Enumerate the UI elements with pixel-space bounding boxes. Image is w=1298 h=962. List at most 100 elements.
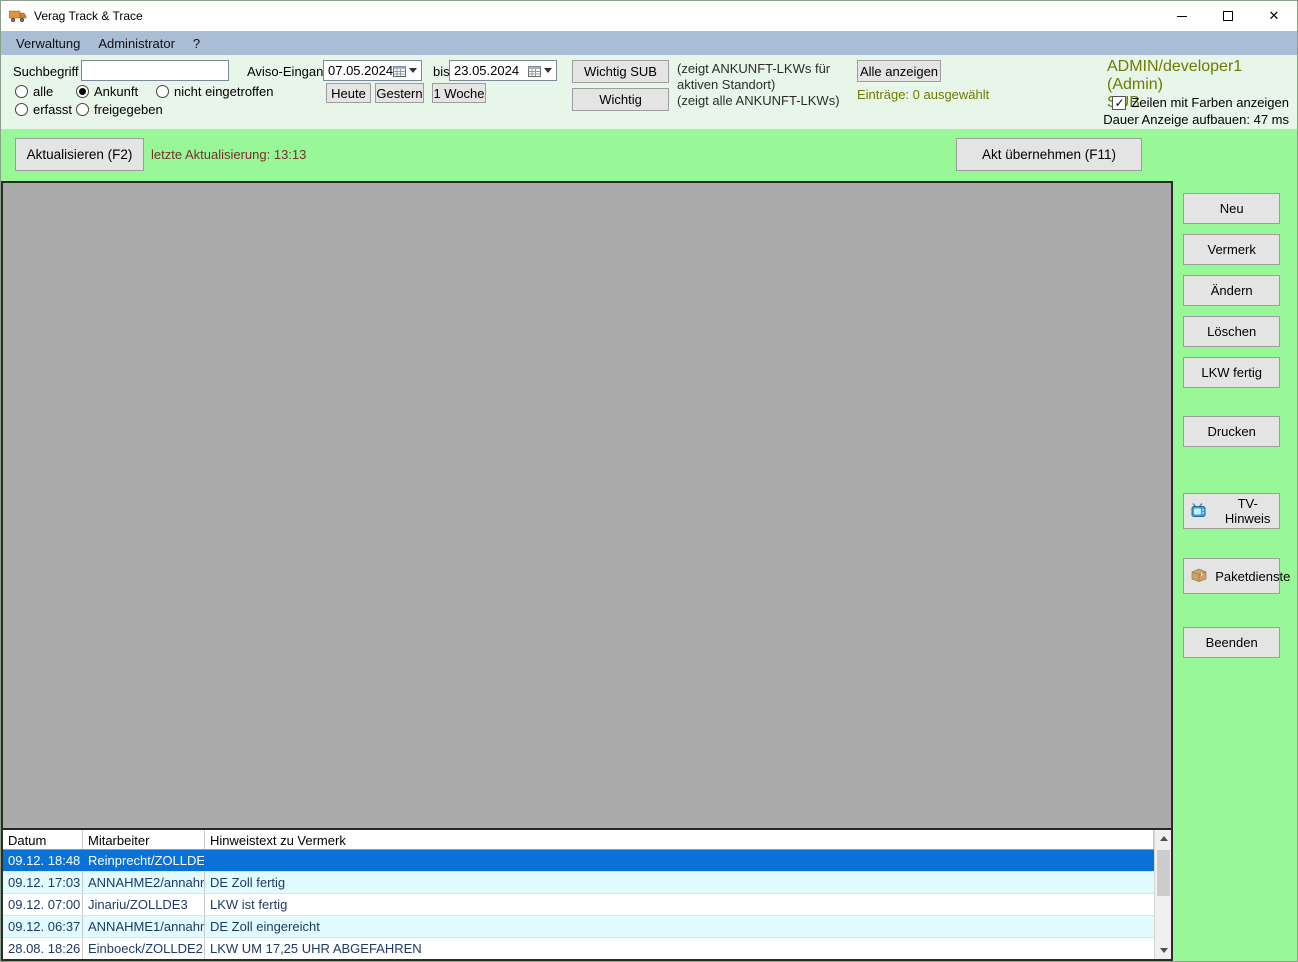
scroll-up-icon[interactable]: [1155, 830, 1172, 847]
date-to-picker[interactable]: 23.05.2024: [449, 60, 557, 81]
app-window: Verag Track & Trace ✕ Verwaltung Adminis…: [0, 0, 1298, 962]
cell-hinweis: LKW UM 17,25 UHR ABGEFAHREN: [210, 941, 422, 956]
cell-hinweis: [205, 850, 1154, 871]
radio-label: nicht eingetroffen: [174, 84, 274, 99]
chevron-down-icon: [544, 68, 552, 73]
entries-status: Einträge: 0 ausgewählt: [857, 87, 990, 102]
maximize-icon: [1223, 11, 1233, 21]
woche-button[interactable]: 1 Woche: [432, 83, 486, 103]
beenden-button[interactable]: Beenden: [1183, 627, 1281, 658]
scroll-down-icon[interactable]: [1155, 942, 1172, 959]
radio-erfasst[interactable]: erfasst: [15, 102, 72, 117]
cell-hinweis: DE Zoll eingereicht: [210, 919, 320, 934]
filter-panel: Suchbegriff alle Ankunft nicht eingetrof…: [1, 55, 1297, 129]
drucken-button[interactable]: Drucken: [1183, 416, 1281, 447]
wichtig-button[interactable]: Wichtig: [572, 88, 669, 111]
checkbox-icon: [1112, 95, 1127, 110]
wichtig-sub-note: (zeigt ANKUNFT-LKWs für aktiven Standort…: [677, 61, 831, 92]
scrollbar-thumb[interactable]: [1157, 850, 1171, 896]
menubar: Verwaltung Administrator ?: [1, 31, 1297, 55]
cell-mitarbeiter: Reinprecht/ZOLLDE1: [88, 853, 205, 868]
last-refresh-status: letzte Aktualisierung: 13:13: [151, 147, 307, 162]
window-title: Verag Track & Trace: [34, 9, 143, 23]
package-icon: [1191, 568, 1207, 585]
window-controls: ✕: [1159, 1, 1297, 31]
minimize-button[interactable]: [1159, 1, 1205, 31]
cell-datum: 09.12. 17:03: [3, 872, 83, 893]
aendern-button[interactable]: Ändern: [1183, 275, 1281, 306]
gestern-button[interactable]: Gestern: [375, 83, 424, 103]
minimize-icon: [1177, 15, 1187, 17]
date-from-value: 07.05.2024: [328, 63, 394, 78]
radio-nicht-eingetroffen[interactable]: nicht eingetroffen: [156, 84, 274, 99]
user-line1: ADMIN/developer1 (Admin): [1107, 58, 1243, 93]
truck-icon: [9, 10, 27, 23]
radio-label: Ankunft: [94, 84, 139, 99]
cell-mitarbeiter: ANNAHME1/annahme1: [83, 916, 205, 937]
cell-hinweis: DE Zoll fertig: [210, 875, 286, 890]
cell-hinweis: LKW ist fertig: [210, 897, 288, 912]
takeover-button[interactable]: Akt übernehmen (F11): [956, 138, 1142, 171]
radio-circle: [156, 85, 169, 98]
close-icon: ✕: [1268, 8, 1280, 23]
menu-verwaltung[interactable]: Verwaltung: [7, 36, 89, 51]
vermerk-table: Datum Mitarbeiter Hinweistext zu Vermerk…: [3, 828, 1172, 959]
table-row[interactable]: 28.08. 18:26 Einboeck/ZOLLDE2 LKW UM 17,…: [3, 938, 1155, 959]
cell-datum: 09.12. 18:48: [8, 853, 81, 868]
refresh-button[interactable]: Aktualisieren (F2): [15, 138, 144, 171]
radio-alle[interactable]: alle: [15, 84, 53, 99]
radio-label: erfasst: [33, 102, 73, 117]
titlebar: Verag Track & Trace ✕: [1, 1, 1297, 31]
table-scrollbar[interactable]: [1154, 830, 1172, 959]
maximize-button[interactable]: [1205, 1, 1251, 31]
date-to-value: 23.05.2024: [454, 63, 520, 78]
table-row[interactable]: 09.12. 06:37 ANNAHME1/annahme1 DE Zoll e…: [3, 916, 1155, 938]
alle-anzeigen-button[interactable]: Alle anzeigen: [857, 60, 941, 82]
lkw-fertig-button[interactable]: LKW fertig: [1183, 357, 1281, 388]
table-row[interactable]: 09.12. 17:03 ANNAHME2/annahme2 DE Zoll f…: [3, 872, 1155, 894]
table-header: Datum Mitarbeiter Hinweistext zu Vermerk: [3, 830, 1155, 850]
main-area: Datum Mitarbeiter Hinweistext zu Vermerk…: [1, 181, 1297, 961]
tv-hinweis-button[interactable]: TV-Hinweis: [1183, 493, 1281, 529]
paketdienste-button[interactable]: Paketdienste: [1183, 558, 1290, 594]
action-bar: Aktualisieren (F2) letzte Aktualisierung…: [1, 129, 1297, 181]
chevron-down-icon: [409, 68, 418, 73]
neu-button[interactable]: Neu: [1183, 193, 1281, 224]
cell-mitarbeiter: ANNAHME2/annahme2: [83, 872, 205, 893]
radio-circle: [76, 85, 89, 98]
radio-label: freigegeben: [94, 102, 163, 117]
search-input[interactable]: [81, 60, 229, 81]
heute-button[interactable]: Heute: [326, 83, 371, 103]
date-from-picker[interactable]: 07.05.2024: [323, 60, 422, 81]
table-row[interactable]: 09.12. 07:00 Jinariu/ZOLLDE3 LKW ist fer…: [3, 894, 1155, 916]
table-row[interactable]: 09.12. 18:48 Reinprecht/ZOLLDE1: [3, 850, 1155, 872]
column-header-hinweistext[interactable]: Hinweistext zu Vermerk: [205, 830, 1155, 849]
radio-freigegeben[interactable]: freigegeben: [76, 102, 163, 117]
cell-datum: 09.12. 07:00: [3, 894, 83, 915]
cell-mitarbeiter: Jinariu/ZOLLDE3: [83, 894, 205, 915]
cell-datum: 28.08. 18:26: [3, 938, 83, 959]
color-rows-checkbox[interactable]: Zeilen mit Farben anzeigen: [1112, 95, 1289, 110]
cell-datum: 09.12. 06:37: [3, 916, 83, 937]
calendar-icon: [393, 65, 407, 77]
checkbox-label: Zeilen mit Farben anzeigen: [1131, 95, 1289, 110]
column-header-datum[interactable]: Datum: [3, 830, 83, 849]
aviso-label: Aviso-Eingang: [247, 64, 331, 79]
sidebar: Neu Vermerk Ändern Löschen LKW fertig Dr…: [1173, 181, 1297, 961]
vermerk-button[interactable]: Vermerk: [1183, 234, 1281, 265]
radio-ankunft[interactable]: Ankunft: [76, 84, 138, 99]
column-header-mitarbeiter[interactable]: Mitarbeiter: [83, 830, 205, 849]
close-button[interactable]: ✕: [1251, 1, 1297, 31]
menu-administrator[interactable]: Administrator: [89, 36, 184, 51]
menu-help[interactable]: ?: [184, 36, 209, 51]
loeschen-button[interactable]: Löschen: [1183, 316, 1281, 347]
radio-circle: [15, 103, 28, 116]
tv-hinweis-label: TV-Hinweis: [1224, 496, 1271, 526]
cell-mitarbeiter: Einboeck/ZOLLDE2: [83, 938, 205, 959]
tv-icon: [1191, 502, 1208, 520]
bis-label: bis: [433, 64, 450, 79]
radio-circle: [15, 85, 28, 98]
radio-label: alle: [33, 84, 54, 99]
calendar-icon: [528, 65, 541, 77]
wichtig-sub-button[interactable]: Wichtig SUB: [572, 60, 669, 83]
